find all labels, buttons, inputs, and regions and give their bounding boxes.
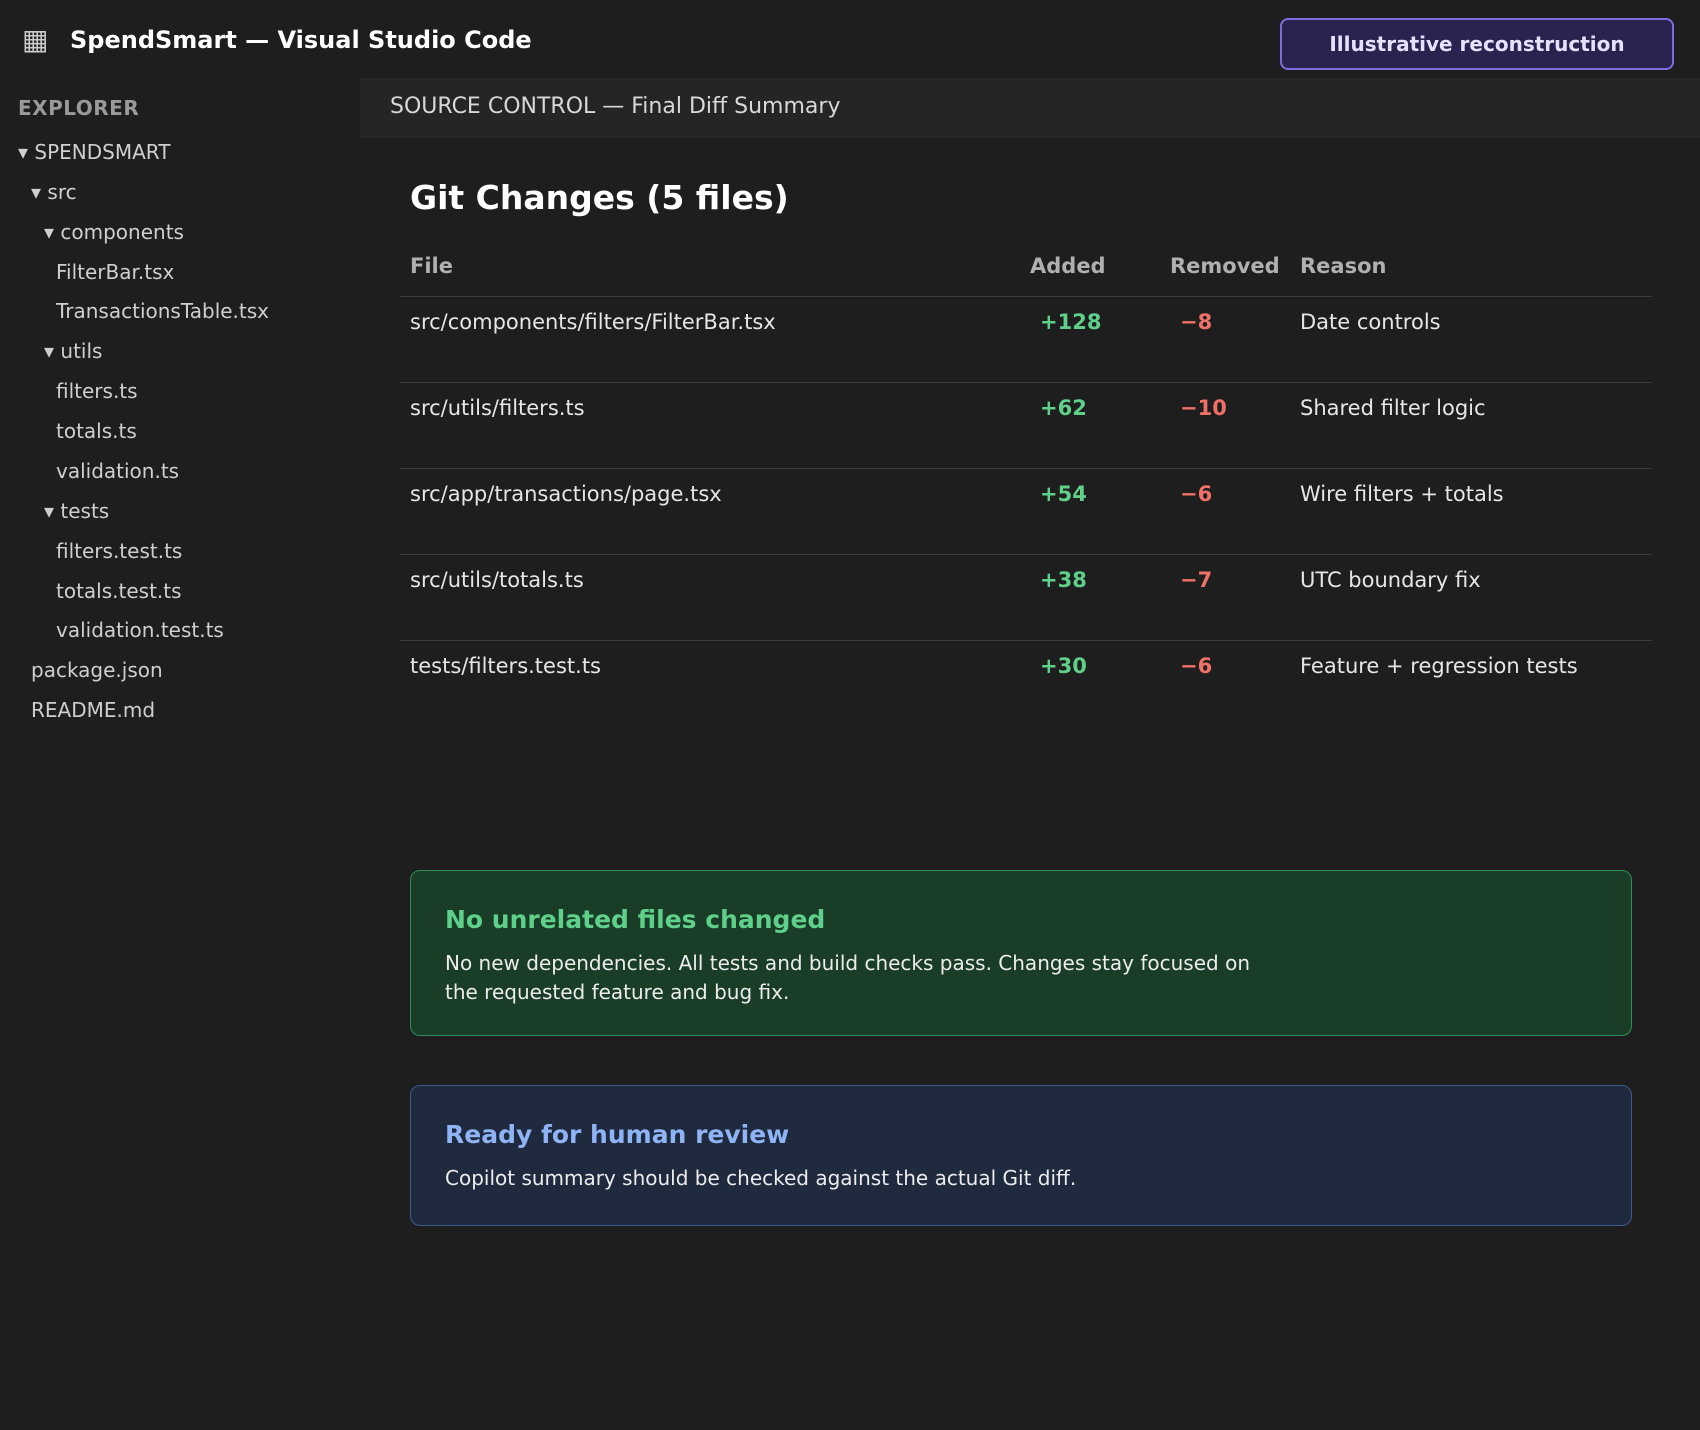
card-title: No unrelated files changed xyxy=(445,905,826,934)
card-title: Ready for human review xyxy=(445,1120,790,1149)
table-row-reason: Date controls xyxy=(1300,310,1441,334)
tree-item-filters-test[interactable]: filters.test.ts xyxy=(56,537,182,565)
tree-item-totals-test[interactable]: totals.test.ts xyxy=(56,577,182,605)
table-row-removed: −7 xyxy=(1180,568,1213,592)
tree-item-validation[interactable]: validation.ts xyxy=(56,457,179,485)
tree-item-components[interactable]: ▾ components xyxy=(44,218,184,246)
page-title: Git Changes (5 files) xyxy=(410,178,789,217)
row-divider xyxy=(400,554,1652,555)
table-row-added: +54 xyxy=(1040,482,1087,506)
tree-item-spendsmart[interactable]: ▾ SPENDSMART xyxy=(18,138,170,166)
table-row-removed: −8 xyxy=(1180,310,1213,334)
row-divider xyxy=(400,468,1652,469)
reconstruction-badge: Illustrative reconstruction xyxy=(1280,18,1674,70)
column-header-file: File xyxy=(410,254,453,278)
column-header-added: Added xyxy=(1030,254,1106,278)
table-row-file[interactable]: src/utils/filters.ts xyxy=(410,394,585,422)
no-unrelated-changes-card: No unrelated files changed No new depend… xyxy=(410,870,1632,1036)
tree-item-filters[interactable]: filters.ts xyxy=(56,377,138,405)
tree-item-totals[interactable]: totals.ts xyxy=(56,417,137,445)
table-row-added: +62 xyxy=(1040,396,1087,420)
tree-item-package-json[interactable]: package.json xyxy=(31,656,163,684)
tree-item-filterbar[interactable]: FilterBar.tsx xyxy=(56,258,174,286)
table-row-added: +30 xyxy=(1040,654,1087,678)
table-row-file[interactable]: src/components/filters/FilterBar.tsx xyxy=(410,308,776,336)
table-row-file[interactable]: tests/filters.test.ts xyxy=(410,652,601,680)
panel-title: SOURCE CONTROL — Final Diff Summary xyxy=(390,94,841,119)
window-title: SpendSmart — Visual Studio Code xyxy=(70,26,532,54)
table-row-removed: −6 xyxy=(1180,482,1213,506)
row-divider xyxy=(400,640,1652,641)
table-row-file[interactable]: src/utils/totals.ts xyxy=(410,566,584,594)
table-row-removed: −6 xyxy=(1180,654,1213,678)
table-row-added: +38 xyxy=(1040,568,1087,592)
table-row-file[interactable]: src/app/transactions/page.tsx xyxy=(410,480,722,508)
ready-for-review-card: Ready for human review Copilot summary s… xyxy=(410,1085,1632,1226)
tree-item-readme[interactable]: README.md xyxy=(31,696,155,724)
row-divider xyxy=(400,382,1652,383)
table-row-removed: −10 xyxy=(1180,396,1227,420)
panel-header: SOURCE CONTROL — Final Diff Summary xyxy=(360,78,1700,138)
explorer-sidebar: EXPLORER ▾ SPENDSMART ▾ src ▾ components… xyxy=(0,78,360,1430)
explorer-heading: EXPLORER xyxy=(18,96,140,120)
column-header-removed: Removed xyxy=(1170,254,1280,278)
tree-item-validation-test[interactable]: validation.test.ts xyxy=(56,616,224,644)
grid-icon: ▦ xyxy=(22,23,49,56)
tree-item-transactionstable[interactable]: TransactionsTable.tsx xyxy=(56,297,269,325)
tree-item-tests[interactable]: ▾ tests xyxy=(44,497,109,525)
card-text: No new dependencies. All tests and build… xyxy=(445,951,1250,1004)
table-row-reason: Feature + regression tests xyxy=(1300,654,1578,678)
diff-summary: Git Changes (5 files) File Added Removed… xyxy=(360,138,1700,1430)
tree-item-src[interactable]: ▾ src xyxy=(31,178,77,206)
table-row-reason: UTC boundary fix xyxy=(1300,568,1481,592)
table-row-reason: Shared filter logic xyxy=(1300,396,1486,420)
table-row-added: +128 xyxy=(1040,310,1102,334)
card-text: Copilot summary should be checked agains… xyxy=(445,1166,1077,1190)
tree-item-utils[interactable]: ▾ utils xyxy=(44,337,102,365)
row-divider xyxy=(400,296,1652,297)
table-row-reason: Wire filters + totals xyxy=(1300,482,1504,506)
column-header-reason: Reason xyxy=(1300,254,1387,278)
title-bar: ▦ SpendSmart — Visual Studio Code Illust… xyxy=(0,0,1700,78)
